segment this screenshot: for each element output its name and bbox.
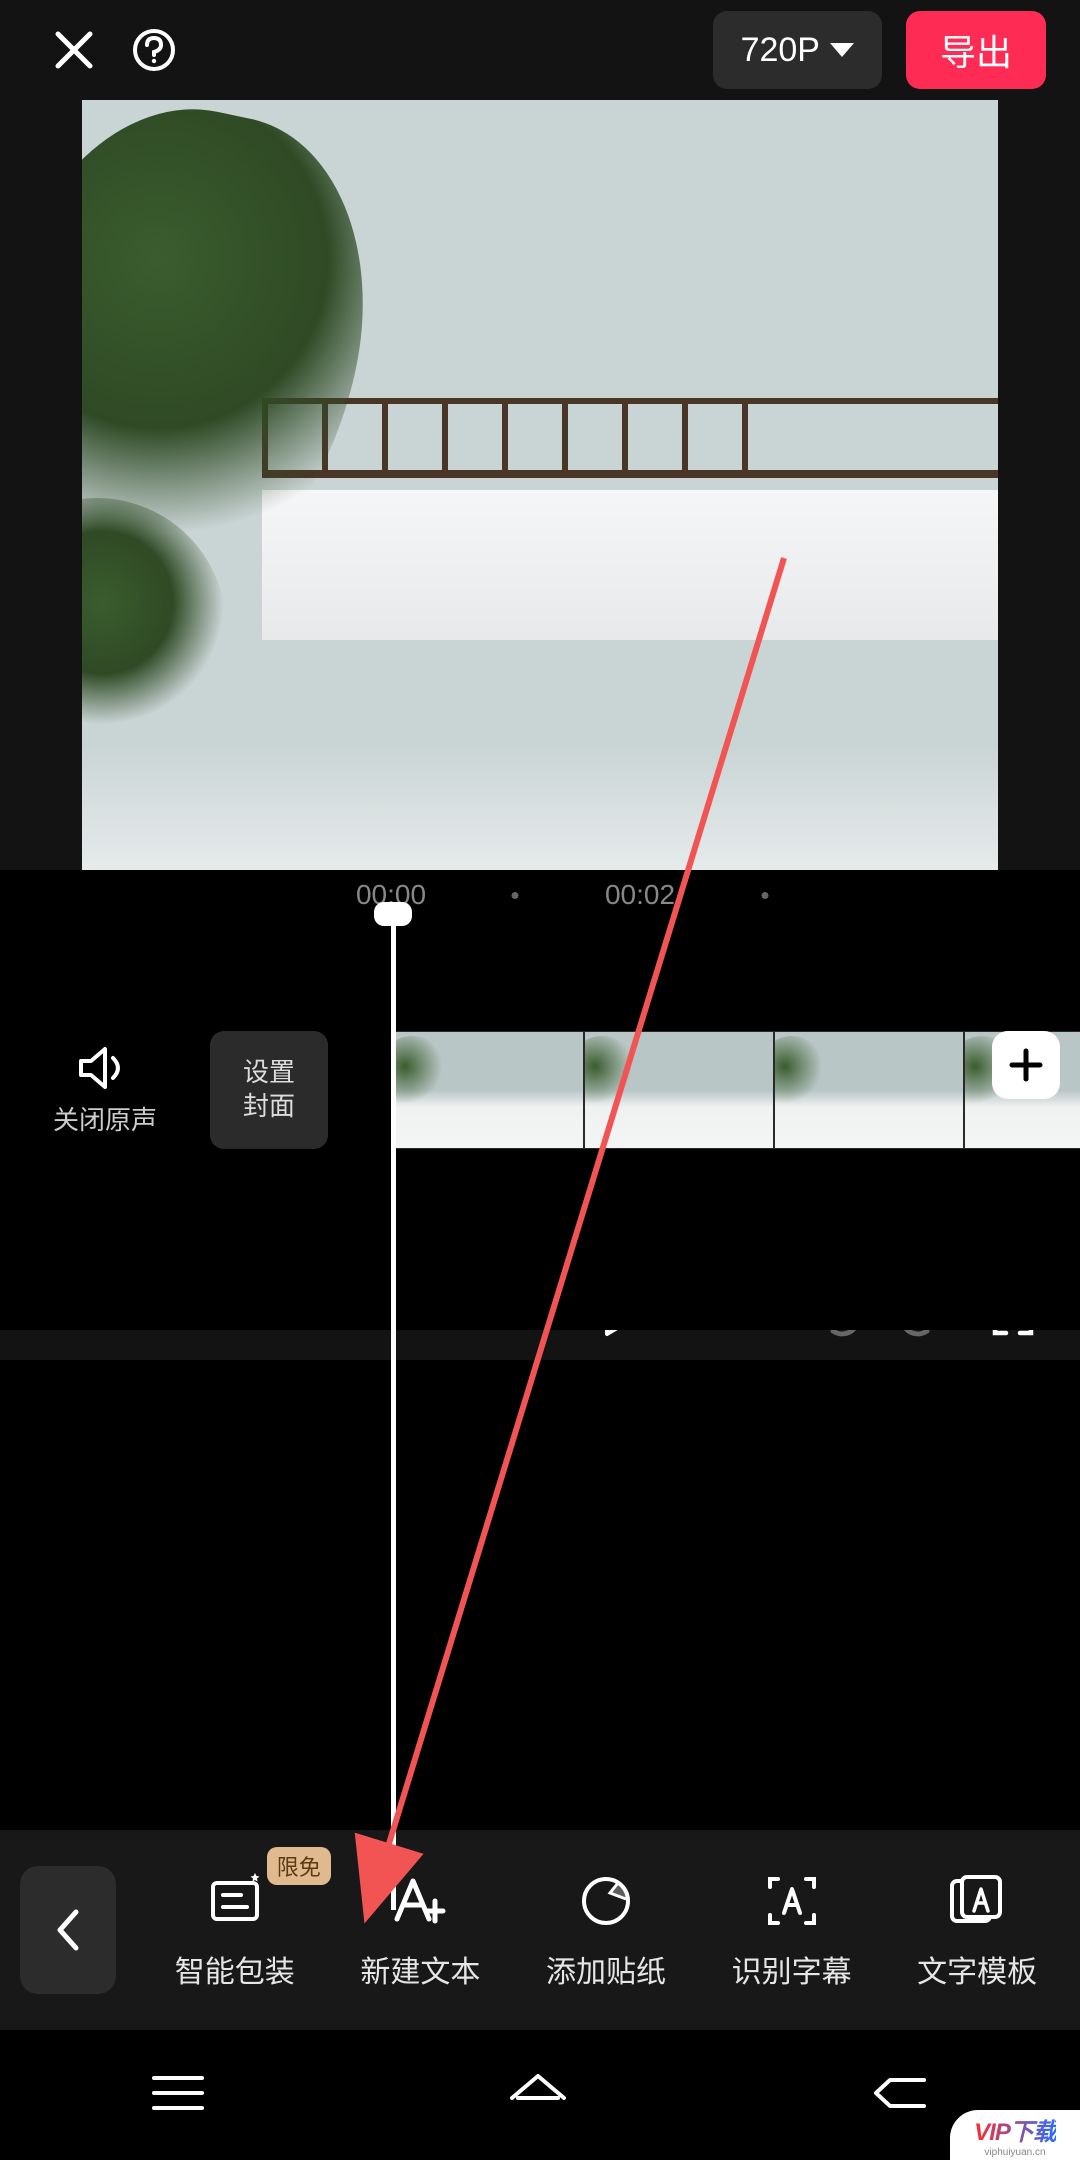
nav-menu-button[interactable] xyxy=(150,2072,206,2119)
close-icon xyxy=(52,28,96,72)
free-badge: 限免 xyxy=(267,1847,331,1885)
ruler-tick xyxy=(512,892,519,899)
smart-pack-icon xyxy=(207,1873,263,1929)
watermark: VIP下载 viphuiyuan.cn xyxy=(950,2110,1080,2160)
tool-new-text[interactable]: 新建文本 xyxy=(360,1869,480,1991)
chevron-left-icon xyxy=(54,1908,82,1952)
home-icon xyxy=(506,2070,570,2116)
device-nav-bar xyxy=(0,2030,1080,2160)
tool-list: 限免 智能包装 新建文本 添加贴纸 识别字幕 文字模板 xyxy=(142,1869,1080,1991)
export-button[interactable]: 导出 xyxy=(906,11,1046,89)
tool-add-sticker[interactable]: 添加贴纸 xyxy=(546,1869,666,1991)
help-icon xyxy=(131,27,177,73)
resolution-button[interactable]: 720P xyxy=(713,11,882,89)
video-clip-strip[interactable] xyxy=(394,1031,1080,1149)
clip-thumb[interactable] xyxy=(584,1031,774,1149)
plus-icon xyxy=(1009,1048,1043,1082)
close-button[interactable] xyxy=(34,10,114,90)
sticker-icon xyxy=(578,1873,634,1929)
nav-back-button[interactable] xyxy=(870,2072,930,2119)
chevron-down-icon xyxy=(830,43,854,57)
tool-smart-pack[interactable]: 限免 智能包装 xyxy=(175,1869,295,1991)
ruler-mark-2: 00:02 xyxy=(605,879,675,911)
new-text-icon xyxy=(391,1873,449,1929)
video-track-row: 关闭原声 设置 封面 xyxy=(0,990,1080,1190)
tool-text-template[interactable]: 文字模板 xyxy=(917,1869,1037,1991)
tool-label: 添加贴纸 xyxy=(546,1947,666,1991)
set-cover-button[interactable]: 设置 封面 xyxy=(210,1031,328,1149)
ruler-tick xyxy=(762,892,769,899)
mute-label: 关闭原声 xyxy=(53,1100,157,1137)
help-button[interactable] xyxy=(114,10,194,90)
menu-icon xyxy=(150,2072,206,2114)
tool-label: 智能包装 xyxy=(175,1947,295,1991)
text-template-icon xyxy=(948,1873,1006,1929)
export-label: 导出 xyxy=(940,24,1012,76)
mute-toggle[interactable]: 关闭原声 xyxy=(0,1044,210,1137)
subtitle-icon xyxy=(764,1873,820,1929)
resolution-label: 720P xyxy=(741,31,820,70)
timeline-ruler[interactable]: 00:00 00:02 xyxy=(0,870,1080,920)
speaker-icon xyxy=(77,1044,133,1092)
add-clip-button[interactable] xyxy=(992,1031,1060,1099)
tool-label: 文字模板 xyxy=(917,1947,1037,1991)
tool-recognize-subtitle[interactable]: 识别字幕 xyxy=(732,1869,852,1991)
top-bar: 720P 导出 xyxy=(0,0,1080,100)
bottom-toolbar: 限免 智能包装 新建文本 添加贴纸 识别字幕 文字模板 xyxy=(0,1830,1080,2030)
clip-thumb[interactable] xyxy=(774,1031,964,1149)
back-button[interactable] xyxy=(20,1866,116,1994)
nav-home-button[interactable] xyxy=(506,2070,570,2121)
playhead[interactable] xyxy=(391,912,396,1910)
clip-thumb[interactable] xyxy=(394,1031,584,1149)
nav-back-icon xyxy=(870,2072,930,2114)
timeline[interactable]: 00:00 00:02 关闭原声 设置 封面 xyxy=(0,870,1080,1330)
tool-label: 新建文本 xyxy=(360,1947,480,1991)
tool-label: 识别字幕 xyxy=(732,1947,852,1991)
